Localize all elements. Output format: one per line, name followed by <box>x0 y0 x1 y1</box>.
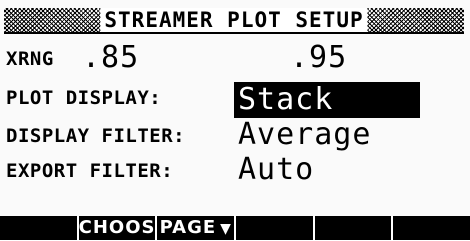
export-filter-field[interactable]: Auto <box>238 152 314 187</box>
page-title: STREAMER PLOT SETUP <box>100 8 368 32</box>
page-softkey[interactable]: PAGE ▼ <box>157 216 237 240</box>
display-filter-label: DISPLAY FILTER: <box>6 125 186 147</box>
page-softkey-label: PAGE <box>159 217 217 238</box>
plot-display-field[interactable]: Stack <box>234 82 420 118</box>
softkey-4[interactable] <box>236 216 315 240</box>
down-triangle-icon: ▼ <box>220 221 232 237</box>
xrng-label: XRNG <box>6 48 54 70</box>
softkey-5[interactable] <box>315 216 394 240</box>
plot-display-label: PLOT DISPLAY: <box>6 87 162 109</box>
display-filter-field[interactable]: Average <box>238 117 371 152</box>
choose-softkey[interactable]: CHOOS <box>79 216 158 240</box>
xrng-max-field[interactable]: .95 <box>290 40 347 75</box>
xrng-min-field[interactable]: .85 <box>82 40 139 75</box>
softkey-6[interactable] <box>393 216 470 240</box>
title-bar: STREAMER PLOT SETUP <box>4 8 464 34</box>
softkey-menu: CHOOS PAGE ▼ <box>0 216 470 240</box>
softkey-1[interactable] <box>0 216 79 240</box>
export-filter-label: EXPORT FILTER: <box>6 160 174 182</box>
calculator-screen: STREAMER PLOT SETUP XRNG .85 .95 PLOT DI… <box>0 0 470 240</box>
